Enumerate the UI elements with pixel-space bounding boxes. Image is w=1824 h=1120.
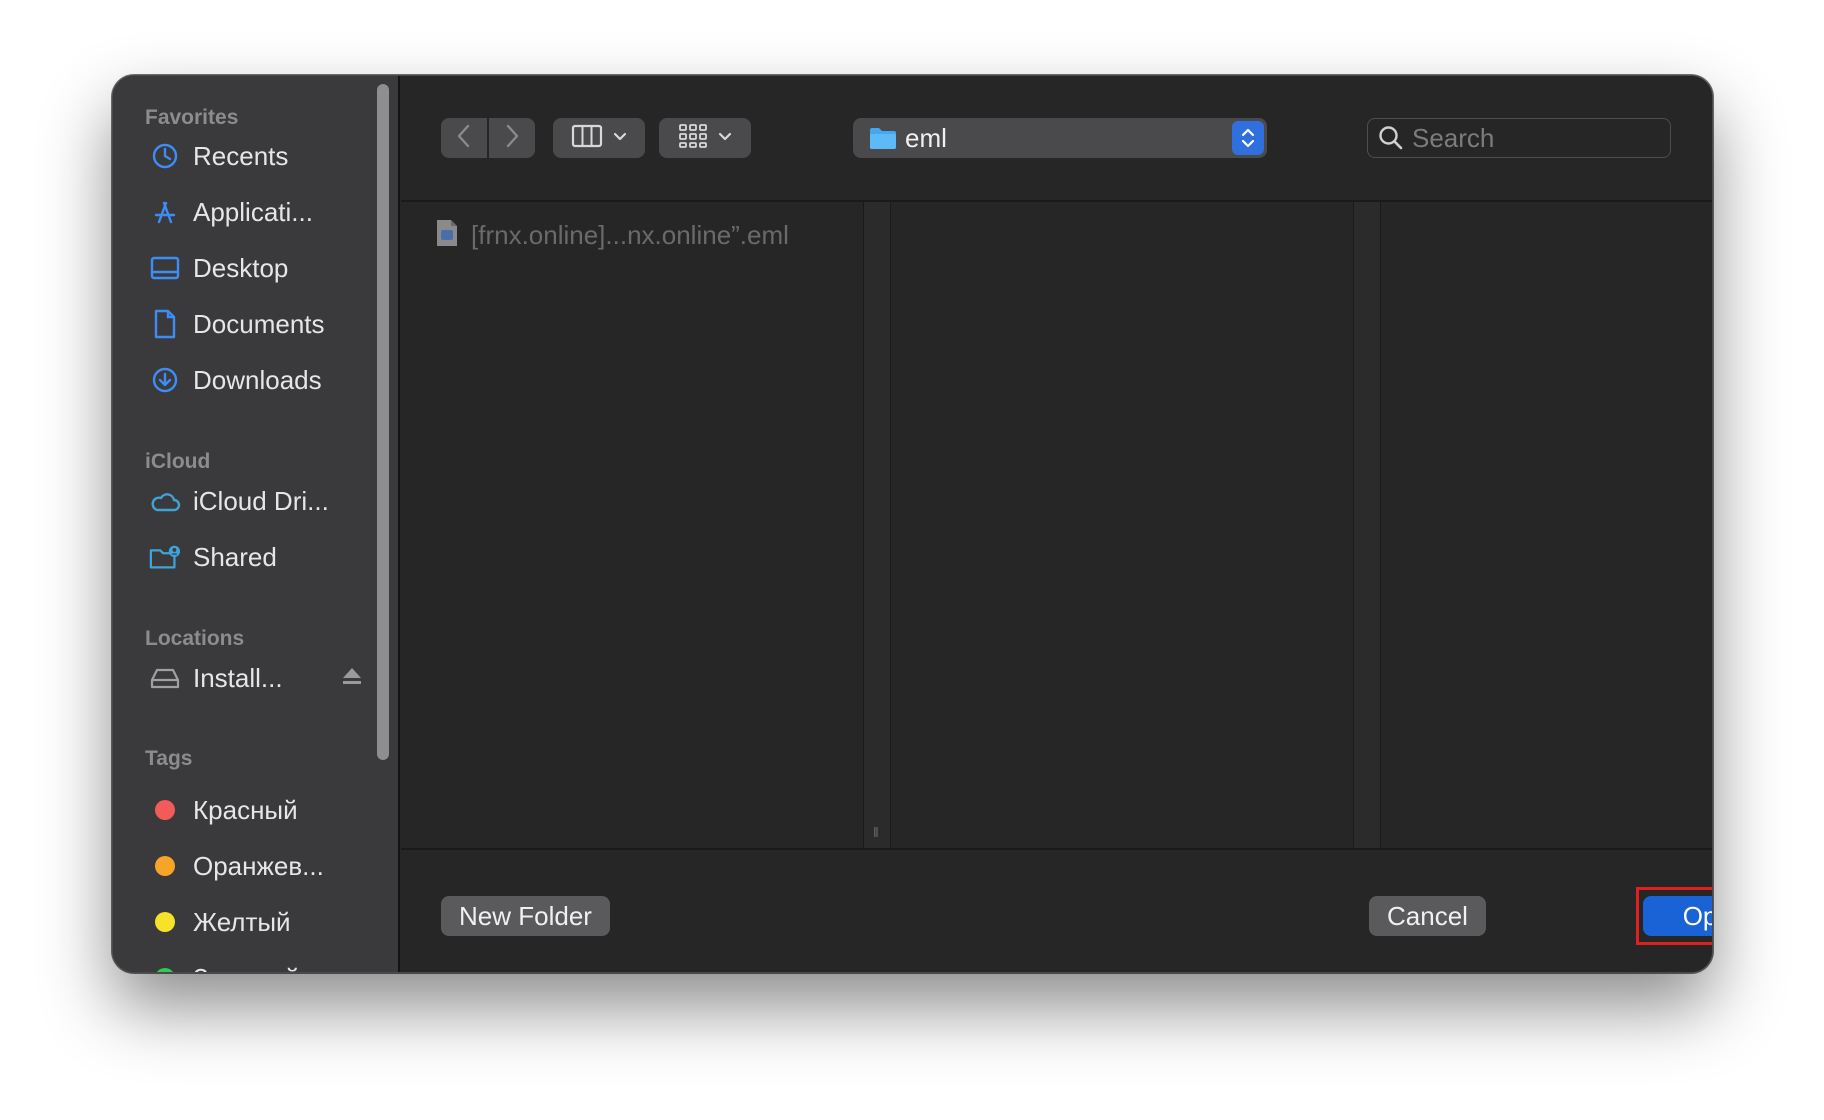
sidebar-item-install-volume[interactable]: Install... [149,658,389,698]
chevron-left-icon [456,123,472,154]
tag-dot-icon [149,962,181,972]
location-popup-label: eml [905,122,947,153]
columns-view-icon [571,124,603,153]
desktop-icon [149,252,181,284]
sidebar-item-icloud-drive[interactable]: iCloud Dri... [149,481,389,521]
back-button[interactable] [441,118,487,158]
sidebar-item-label: Зеленый [193,963,300,973]
sidebar-item-label: Оранжев... [193,850,324,881]
up-down-chevron-icon [1232,121,1264,155]
chevron-down-icon [718,129,732,147]
dialog-footer: New Folder Cancel Open [401,848,1712,972]
sidebar-item-label: Recents [193,140,289,171]
main-panel: eml [frnx.online]...nx.online”.eml [401,76,1712,972]
sidebar-section-tags: Tags [145,747,193,770]
search-icon [1378,125,1404,151]
sidebar-section-favorites: Favorites [145,106,239,129]
sidebar-item-shared[interactable]: Shared [149,537,389,577]
chevron-right-icon [504,123,520,154]
open-file-dialog: Favorites Recents Applicati... Desktop D… [112,75,1713,973]
search-field[interactable] [1367,118,1671,158]
document-icon [149,308,181,340]
sidebar-tag-green[interactable]: Зеленый [149,958,389,972]
sidebar-item-label: Applicati... [193,196,313,227]
new-folder-button[interactable]: New Folder [441,896,610,936]
forward-button[interactable] [489,118,535,158]
sidebar-item-label: Install... [193,662,283,693]
file-name: [frnx.online]...nx.online”.eml [471,220,789,250]
sidebar-item-label: Documents [193,308,325,339]
sidebar-item-recents[interactable]: Recents [149,136,389,176]
column-resize-handle[interactable]: ‖ [863,202,891,848]
chevron-down-icon [613,129,627,147]
open-button[interactable]: Open [1643,896,1712,936]
sidebar-section-icloud: iCloud [145,450,211,473]
sidebar-item-downloads[interactable]: Downloads [149,360,389,400]
shared-folder-icon [149,541,181,573]
file-item[interactable]: [frnx.online]...nx.online”.eml [435,218,789,253]
tag-dot-icon [149,794,181,826]
sidebar-item-documents[interactable]: Documents [149,304,389,344]
drive-icon [149,662,181,694]
eject-icon[interactable] [341,666,363,691]
resize-grip-icon: ‖ [873,824,880,840]
sidebar-section-locations: Locations [145,627,245,650]
search-input[interactable] [1412,122,1652,154]
view-mode-button[interactable] [553,118,645,158]
sidebar-item-label: Желтый [193,906,291,937]
sidebar: Favorites Recents Applicati... Desktop D… [113,76,400,972]
sidebar-item-label: Desktop [193,252,289,283]
tag-dot-icon [149,906,181,938]
column-divider [1353,202,1381,848]
eml-file-icon [435,218,459,253]
column-browser: [frnx.online]...nx.online”.eml ‖ [401,202,1712,848]
sidebar-item-desktop[interactable]: Desktop [149,248,389,288]
sidebar-tag-orange[interactable]: Оранжев... [149,846,389,886]
folder-icon [869,126,897,150]
cloud-icon [149,485,181,517]
grid-icon [678,123,708,154]
sidebar-item-label: Shared [193,541,277,572]
sidebar-item-applications[interactable]: Applicati... [149,192,389,232]
location-popup[interactable]: eml [853,118,1267,158]
sidebar-tag-red[interactable]: Красный [149,790,389,830]
sidebar-item-label: iCloud Dri... [193,485,329,516]
cancel-button[interactable]: Cancel [1369,896,1486,936]
tag-dot-icon [149,850,181,882]
applications-icon [149,196,181,228]
group-by-button[interactable] [659,118,751,158]
sidebar-scrollbar[interactable] [377,84,389,760]
clock-icon [149,140,181,172]
sidebar-item-label: Красный [193,794,298,825]
download-icon [149,364,181,396]
toolbar: eml [401,76,1712,202]
sidebar-tag-yellow[interactable]: Желтый [149,902,389,942]
sidebar-item-label: Downloads [193,364,322,395]
